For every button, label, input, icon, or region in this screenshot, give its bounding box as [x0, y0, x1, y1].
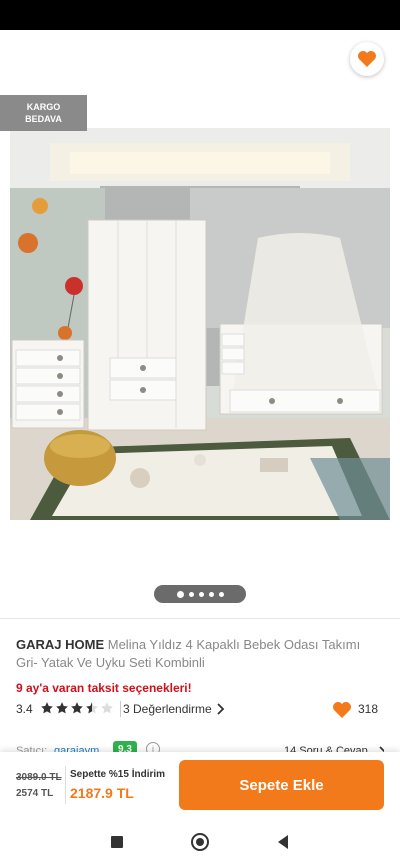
separator — [65, 766, 66, 804]
original-price: 3089.0 TL — [16, 772, 62, 783]
star-icon — [41, 702, 53, 714]
rating-stars — [40, 701, 114, 715]
chevron-right-icon[interactable] — [215, 702, 225, 716]
system-navigation-bar — [0, 818, 400, 866]
star-icon — [56, 702, 68, 714]
brand-name[interactable]: GARAJ HOME — [16, 637, 104, 652]
pagination-dot[interactable] — [218, 591, 224, 597]
heart-icon — [358, 51, 376, 67]
arrow-left-icon — [20, 49, 40, 67]
rating-row: 3.4 3 Değerlendirme 318 — [16, 701, 384, 719]
heart-icon[interactable] — [332, 701, 352, 719]
pagination-dot[interactable] — [208, 591, 214, 597]
star-icon — [71, 702, 83, 714]
back-triangle-icon[interactable] — [276, 834, 290, 850]
product-title: GARAJ HOME Melina Yıldız 4 Kapaklı Bebek… — [16, 636, 384, 672]
star-empty-icon — [101, 702, 113, 714]
recent-apps-button[interactable] — [111, 836, 123, 848]
discounted-price: 2574 TL — [16, 788, 54, 799]
status-bar — [0, 0, 400, 30]
cart-discount-label: Sepette %15 İndirim — [70, 769, 166, 780]
gallery-pagination[interactable] — [154, 585, 246, 603]
pagination-dot[interactable] — [198, 591, 204, 597]
star-half-icon — [86, 702, 98, 714]
free-shipping-badge: KARGO BEDAVA — [0, 95, 87, 131]
top-action-bar — [0, 30, 400, 86]
reviews-link[interactable]: 3 Değerlendirme — [123, 702, 212, 716]
like-count: 318 — [358, 702, 379, 716]
home-button[interactable] — [191, 833, 209, 851]
installment-info[interactable]: 9 ay'a varan taksit seçenekleri! — [16, 681, 192, 695]
final-price: 2187.9 TL — [70, 785, 134, 801]
separator — [120, 701, 121, 717]
add-to-cart-button[interactable]: Sepete Ekle — [179, 760, 384, 810]
product-photo — [10, 128, 390, 520]
purchase-bar: 3089.0 TL 2574 TL Sepette %15 İndirim 21… — [0, 752, 400, 818]
divider — [0, 618, 400, 619]
pagination-dot[interactable] — [188, 591, 194, 597]
share-button[interactable] — [300, 42, 332, 74]
share-icon — [307, 48, 325, 68]
badge-line1: KARGO — [26, 102, 61, 112]
favorite-button[interactable] — [350, 42, 384, 76]
rating-value: 3.4 — [16, 702, 33, 716]
back-button[interactable] — [14, 42, 46, 74]
pagination-dot[interactable] — [176, 590, 184, 598]
badge-line2: BEDAVA — [25, 114, 62, 124]
